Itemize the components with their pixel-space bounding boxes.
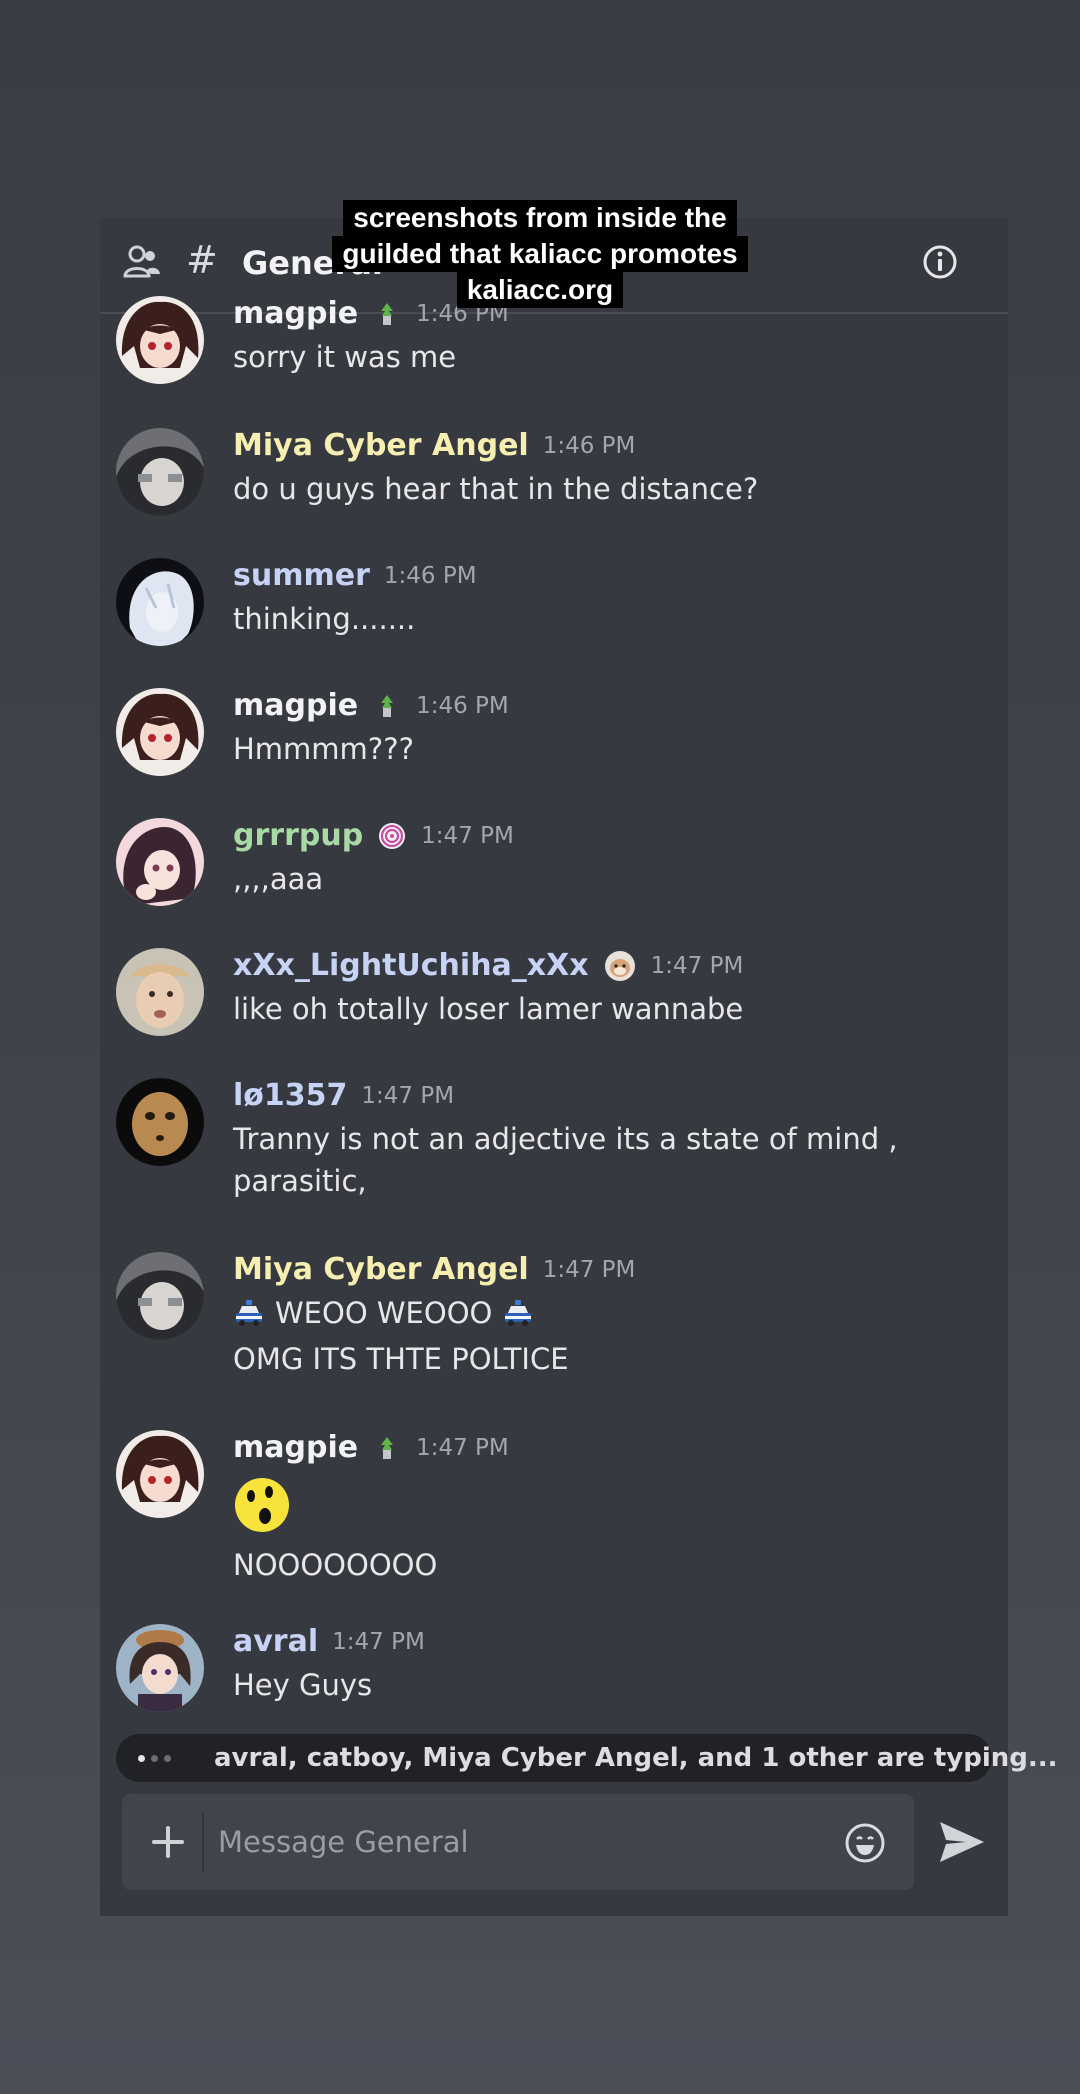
police-car-icon bbox=[236, 1300, 262, 1326]
message-text: Tranny is not an adjective its a state o… bbox=[233, 1122, 898, 1156]
avatar[interactable] bbox=[116, 1252, 204, 1340]
message-text: Hey Guys bbox=[233, 1668, 373, 1702]
police-car-icon bbox=[505, 1300, 532, 1326]
timestamp: 1:46 PM bbox=[542, 432, 636, 459]
message-header: Miya Cyber Angel 1:47 PM bbox=[233, 1252, 635, 1287]
emoji-picker-icon[interactable] bbox=[844, 1822, 886, 1864]
avatar[interactable] bbox=[116, 296, 204, 384]
timestamp: 1:47 PM bbox=[542, 1256, 636, 1283]
message-text: do u guys hear that in the distance? bbox=[233, 472, 759, 506]
avatar[interactable] bbox=[116, 1624, 204, 1712]
message-header: summer 1:46 PM bbox=[233, 558, 477, 593]
plant-badge-icon bbox=[381, 694, 394, 717]
message-text: OMG ITS THTE POLTICE bbox=[233, 1342, 569, 1376]
typing-text: avral, catboy, Miya Cyber Angel, and 1 o… bbox=[214, 1743, 1058, 1773]
avatar[interactable] bbox=[116, 1430, 204, 1518]
message-text: thinking....... bbox=[233, 602, 416, 636]
avatar[interactable] bbox=[116, 948, 204, 1036]
message-header: Miya Cyber Angel 1:46 PM bbox=[233, 428, 635, 463]
message-header: magpie 1:47 PM bbox=[233, 1430, 509, 1465]
caption-line-2: guilded that kaliacc promotes bbox=[332, 236, 748, 272]
message-text: parasitic, bbox=[233, 1164, 367, 1198]
timestamp: 1:46 PM bbox=[416, 692, 509, 719]
username[interactable]: magpie bbox=[233, 1430, 358, 1465]
username[interactable]: Miya Cyber Angel bbox=[233, 428, 529, 463]
chat-panel: # General magpie 1:46 PM sorry it was me… bbox=[100, 218, 1058, 1916]
message-header: grrrpup 1:47 PM bbox=[233, 818, 514, 853]
message-text: Hmmmm??? bbox=[233, 732, 414, 766]
timestamp: 1:47 PM bbox=[650, 952, 744, 979]
username[interactable]: summer bbox=[233, 558, 370, 593]
hamster-badge-icon bbox=[604, 950, 635, 981]
screen: screenshots from inside the guilded that… bbox=[0, 0, 1080, 2094]
message-text: like oh totally loser lamer wannabe bbox=[233, 992, 744, 1026]
surprised-emoji-icon bbox=[235, 1478, 289, 1532]
composer-divider bbox=[202, 1812, 204, 1872]
typing-indicator: avral, catboy, Miya Cyber Angel, and 1 o… bbox=[116, 1734, 1058, 1782]
message-text: ,,,,aaa bbox=[233, 862, 324, 896]
avatar[interactable] bbox=[116, 558, 204, 646]
caption-line-1: screenshots from inside the bbox=[343, 200, 737, 236]
avatar[interactable] bbox=[116, 1078, 204, 1166]
message-header: lø1357 1:47 PM bbox=[233, 1078, 454, 1113]
message-composer bbox=[122, 1794, 914, 1890]
message-line: WEOO WEOOO bbox=[233, 1296, 534, 1330]
username[interactable]: avral bbox=[233, 1624, 318, 1659]
timestamp: 1:47 PM bbox=[361, 1082, 455, 1109]
message-text: WEOO WEOOO bbox=[275, 1296, 493, 1330]
caption-overlay: screenshots from inside the guilded that… bbox=[0, 200, 1080, 308]
plant-badge-icon bbox=[381, 1436, 394, 1459]
avatar[interactable] bbox=[116, 428, 204, 516]
caption-line-3: kaliacc.org bbox=[456, 272, 624, 308]
message-header: magpie 1:46 PM bbox=[233, 688, 509, 723]
typing-dots-icon bbox=[138, 1755, 171, 1762]
timestamp: 1:47 PM bbox=[332, 1628, 425, 1655]
username[interactable]: Miya Cyber Angel bbox=[233, 1252, 529, 1287]
message-text: NOOOOOOOO bbox=[233, 1548, 438, 1582]
timestamp: 1:46 PM bbox=[383, 562, 477, 589]
timestamp: 1:47 PM bbox=[416, 1434, 509, 1461]
message-header: xXx_LightUchiha_xXx 1:47 PM bbox=[233, 948, 743, 983]
add-attachment-icon[interactable] bbox=[138, 1812, 198, 1872]
message-header: avral 1:47 PM bbox=[233, 1624, 425, 1659]
message-input[interactable] bbox=[218, 1814, 818, 1870]
username[interactable]: grrrpup bbox=[233, 818, 363, 853]
username[interactable]: magpie bbox=[233, 688, 358, 723]
username[interactable]: lø1357 bbox=[233, 1078, 347, 1113]
timestamp: 1:47 PM bbox=[421, 822, 514, 849]
send-icon[interactable] bbox=[936, 1816, 988, 1868]
username[interactable]: xXx_LightUchiha_xXx bbox=[233, 948, 589, 983]
swirl-badge-icon bbox=[379, 822, 406, 849]
avatar[interactable] bbox=[116, 818, 204, 906]
message-text: sorry it was me bbox=[233, 340, 457, 374]
avatar[interactable] bbox=[116, 688, 204, 776]
